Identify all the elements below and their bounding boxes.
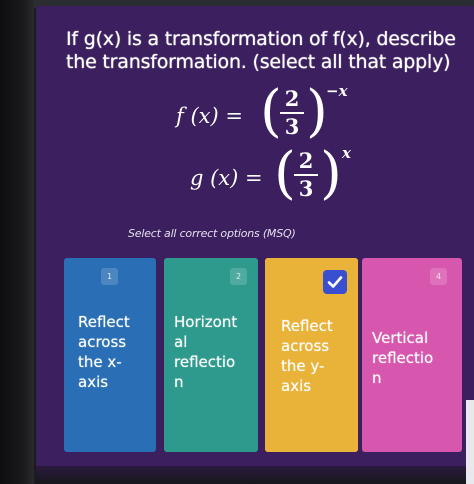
option-number: 1 [101, 268, 118, 285]
instruction-text: Select all correct options (MSQ) [128, 227, 296, 240]
equation-f: f (x) = ( 2 3 ) −x [176, 79, 396, 146]
equation-g-denominator: 3 [298, 176, 314, 201]
option-label: Reflect across the x- axis [78, 313, 130, 391]
equation-g-exponent: x [342, 144, 351, 162]
equation-g: g (x) = ( 2 3 ) x [190, 141, 410, 208]
screen: If g(x) is a transformation of f(x), des… [0, 0, 474, 484]
equation-f-lhs: f (x) = [176, 104, 243, 128]
option-label: Vertical reflectio n [372, 329, 434, 387]
option-reflect-y-axis[interactable]: Reflect across the y- axis [265, 258, 358, 452]
option-reflect-x-axis[interactable]: 1 Reflect across the x- axis [64, 258, 156, 452]
left-paren: ( [260, 79, 282, 144]
question-text: If g(x) is a transformation of f(x), des… [66, 28, 456, 73]
monitor-bezel-bottom [36, 466, 474, 484]
left-paren: ( [274, 141, 296, 206]
equation-f-numerator: 2 [284, 86, 300, 111]
option-vertical-reflection[interactable]: 4 Vertical reflectio n [362, 258, 462, 452]
monitor-bezel-left [0, 0, 34, 484]
equation-g-numerator: 2 [298, 148, 314, 173]
option-number: 4 [430, 268, 447, 285]
right-paren: ) [320, 141, 342, 206]
option-horizontal-reflection[interactable]: 2 Horizont al reflectio n [164, 258, 258, 452]
equation-f-fraction: 2 3 [280, 88, 304, 138]
right-paren: ) [306, 79, 328, 144]
option-label: Horizont al reflectio n [174, 313, 238, 391]
equation-g-lhs: g (x) = [190, 166, 263, 190]
equation-g-fraction: 2 3 [294, 150, 318, 200]
checkmark-icon [323, 270, 347, 294]
background-light-edge [466, 400, 474, 484]
option-label: Reflect across the y- axis [281, 317, 333, 395]
equation-f-denominator: 3 [284, 114, 300, 139]
option-number: 2 [230, 268, 247, 285]
equation-f-exponent: −x [326, 82, 348, 100]
